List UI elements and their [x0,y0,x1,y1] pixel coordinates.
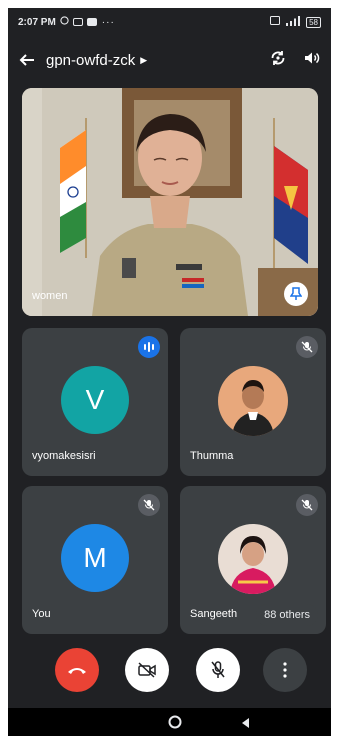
main-video-tile[interactable]: women [22,88,318,316]
main-tile-name: women [32,290,68,302]
status-bar: 2:07 PM ··· 58 [8,8,331,36]
home-button[interactable] [168,715,182,734]
mic-off-icon [301,499,313,511]
more-options-button[interactable] [263,648,307,692]
pin-button[interactable] [284,282,308,306]
mic-off-icon [211,661,225,678]
message-notification-icon [86,18,97,26]
battery-icon: 58 [306,16,321,28]
participant-name: vyomakesisri [32,450,96,462]
back-nav-button[interactable] [240,716,250,734]
avatar: M [61,524,129,592]
participant-tile[interactable]: Sangeeth 88 others [180,486,326,634]
end-call-icon [68,668,86,674]
participant-tile[interactable]: V vyomakesisri [22,328,168,476]
camera-off-icon [138,662,156,678]
participant-tile[interactable]: M You [22,486,168,634]
speaking-indicator [138,336,160,358]
mic-off-indicator [296,494,318,516]
avatar-photo [218,524,288,594]
switch-camera-icon [271,50,285,65]
mic-off-icon [143,499,155,511]
speaker-button[interactable] [303,49,321,72]
participant-name: Thumma [190,450,234,462]
speaker-icon [305,52,320,63]
presenter-video [22,88,318,316]
participant-name: Sangeeth [190,608,238,620]
camera-toggle-button[interactable] [125,648,169,692]
end-call-button[interactable] [55,648,99,692]
status-time: 2:07 PM [18,16,56,28]
pin-icon [290,287,302,300]
avatar [218,366,288,436]
switch-camera-button[interactable] [269,49,287,72]
sim-icon [270,16,281,28]
more-vert-icon [283,662,287,678]
avatar-photo [218,366,288,436]
mic-off-indicator [296,336,318,358]
mic-off-indicator [138,494,160,516]
mic-toggle-button[interactable] [196,648,240,692]
more-notifications-icon: ··· [101,16,115,28]
back-button[interactable] [8,52,46,68]
meeting-header: gpn-owfd-zck ▶ [8,44,331,76]
participant-name: You [32,608,51,620]
system-nav-bar [8,708,331,736]
meet-screen: 2:07 PM ··· 58 gpn-owfd-zck ▶ women V vy… [8,8,331,736]
signal-icon [286,15,301,29]
avatar: V [61,366,129,434]
video-notification-icon [72,18,83,26]
home-circle-icon [168,715,182,729]
avatar-initial: V [85,384,105,415]
audio-level-icon [144,342,154,352]
whatsapp-icon [60,16,69,28]
participant-tile[interactable]: Thumma [180,328,326,476]
mic-off-icon [301,341,313,353]
others-count-chip[interactable]: 88 others [256,604,318,626]
avatar-initial: M [83,542,107,573]
meeting-code[interactable]: gpn-owfd-zck [46,52,135,69]
back-arrow-icon [19,54,34,66]
back-triangle-icon [242,718,249,728]
caret-right-icon[interactable]: ▶ [140,55,147,66]
avatar [218,524,288,594]
